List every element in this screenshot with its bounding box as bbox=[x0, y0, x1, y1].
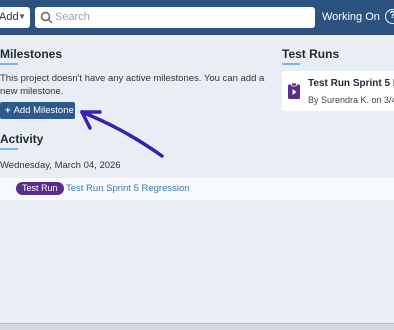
activity-date: Wednesday, March 04, 2026 bbox=[0, 160, 121, 171]
test-runs-title-underline bbox=[282, 63, 300, 65]
search-input[interactable]: Search bbox=[35, 7, 315, 28]
test-run-title[interactable]: Test Run Sprint 5 Re bbox=[308, 78, 394, 89]
milestones-title-underline bbox=[0, 63, 18, 65]
top-navigation-bar: Add ▼ Search Working On ? bbox=[0, 0, 394, 35]
activity-title: Activity bbox=[0, 132, 44, 146]
test-run-meta: By Surendra K. on 3/4/2 bbox=[308, 95, 394, 105]
test-run-badge: Test Run bbox=[16, 182, 64, 195]
activity-row: Test Run Test Run Sprint 5 Regression bbox=[0, 178, 394, 200]
milestones-empty-text: This project doesn't have any active mil… bbox=[0, 73, 265, 97]
help-icon[interactable]: ? bbox=[385, 9, 394, 24]
clipboard-play-icon bbox=[288, 83, 300, 99]
search-icon bbox=[40, 11, 53, 24]
activity-title-underline bbox=[0, 148, 18, 150]
milestones-title: Milestones bbox=[0, 47, 63, 61]
add-milestone-button[interactable]: + Add Milestone bbox=[0, 102, 75, 119]
chevron-down-icon: ▼ bbox=[18, 12, 26, 21]
plus-icon: + bbox=[5, 105, 11, 116]
annotation-arrow-icon bbox=[80, 110, 164, 158]
working-on-button[interactable]: Working On bbox=[322, 11, 380, 23]
test-runs-title: Test Runs bbox=[282, 47, 340, 61]
search-placeholder: Search bbox=[55, 11, 90, 23]
add-dropdown[interactable]: Add ▼ bbox=[0, 7, 30, 28]
activity-link[interactable]: Test Run Sprint 5 Regression bbox=[66, 183, 190, 194]
add-dropdown-label: Add bbox=[0, 11, 19, 23]
add-milestone-label: Add Milestone bbox=[13, 105, 74, 116]
bottom-taskbar bbox=[0, 323, 394, 330]
